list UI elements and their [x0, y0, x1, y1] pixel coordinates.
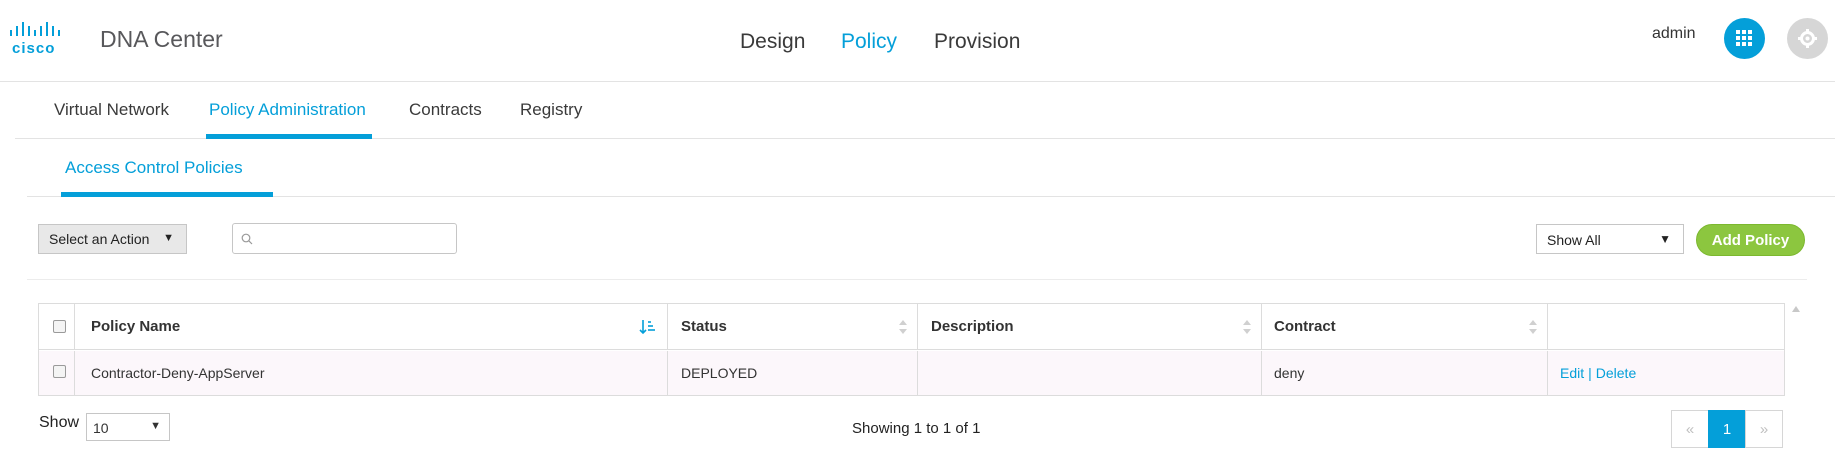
- column-actions: [1548, 304, 1784, 349]
- table-row[interactable]: Contractor-Deny-AppServer DEPLOYED deny …: [39, 351, 1784, 395]
- cisco-bars-icon: [10, 22, 60, 36]
- delete-link[interactable]: Delete: [1596, 365, 1636, 381]
- cell-status: DEPLOYED: [668, 351, 918, 395]
- page-size-dropdown[interactable]: 10 ▼: [86, 413, 170, 441]
- contract-text: deny: [1274, 365, 1305, 381]
- caret-down-icon: ▼: [163, 232, 174, 244]
- show-label: Show: [39, 414, 80, 431]
- tab-virtual-network[interactable]: Virtual Network: [54, 100, 169, 120]
- settings-button[interactable]: [1787, 18, 1828, 59]
- action-separator: |: [1588, 365, 1592, 381]
- user-menu[interactable]: admin: [1652, 25, 1696, 43]
- page-1-button[interactable]: 1: [1708, 410, 1746, 448]
- nav-design[interactable]: Design: [740, 30, 805, 54]
- edit-link[interactable]: Edit: [1560, 365, 1584, 381]
- scroll-up-icon[interactable]: [1791, 305, 1801, 313]
- add-policy-button[interactable]: Add Policy: [1696, 224, 1805, 256]
- column-contract[interactable]: Contract: [1262, 304, 1548, 349]
- tab-registry[interactable]: Registry: [520, 100, 582, 120]
- column-status[interactable]: Status: [668, 304, 918, 349]
- sort-icon[interactable]: [1528, 319, 1538, 335]
- pagination-summary: Showing 1 to 1 of 1: [852, 420, 981, 437]
- column-header-label: Policy Name: [91, 318, 181, 335]
- nav-provision[interactable]: Provision: [934, 30, 1020, 54]
- app-title: DNA Center: [100, 26, 223, 52]
- column-policy-name[interactable]: Policy Name: [75, 304, 668, 349]
- subtab-access-control-policies[interactable]: Access Control Policies: [65, 158, 243, 178]
- sort-icon[interactable]: [898, 319, 908, 335]
- policy-name: Contractor-Deny-AppServer: [91, 365, 265, 381]
- row-checkbox[interactable]: [53, 365, 66, 378]
- nav-policy[interactable]: Policy: [841, 30, 897, 54]
- cell-actions: Edit | Delete: [1548, 351, 1784, 395]
- search-field[interactable]: [232, 223, 457, 254]
- tab-contracts[interactable]: Contracts: [409, 100, 482, 120]
- search-icon: [241, 233, 253, 245]
- show-all-dropdown[interactable]: Show All ▼: [1536, 224, 1684, 254]
- table-header: Policy Name Status Description Contract: [39, 304, 1784, 350]
- column-header-label: Status: [681, 318, 727, 335]
- policies-table: Policy Name Status Description Contract: [38, 303, 1785, 396]
- tab-policy-administration[interactable]: Policy Administration: [209, 100, 366, 120]
- apps-grid-button[interactable]: [1724, 18, 1765, 59]
- search-input[interactable]: [259, 227, 449, 251]
- active-subtab-indicator: [61, 192, 273, 197]
- gear-icon: [1798, 29, 1817, 48]
- policy-tabs: Virtual Network Policy Administration Co…: [15, 82, 1835, 139]
- show-all-label: Show All: [1547, 232, 1601, 248]
- grid-icon: [1736, 30, 1752, 46]
- header-select-cell: [39, 304, 75, 349]
- caret-down-icon: ▼: [150, 420, 161, 432]
- column-header-label: Contract: [1274, 318, 1336, 335]
- select-action-dropdown[interactable]: Select an Action ▼: [38, 224, 187, 254]
- caret-down-icon: ▼: [1659, 232, 1671, 246]
- cisco-wordmark: cisco: [12, 40, 56, 57]
- select-action-label: Select an Action: [49, 231, 150, 247]
- row-select-cell: [39, 351, 75, 395]
- column-description[interactable]: Description: [918, 304, 1262, 349]
- divider: [27, 279, 1807, 280]
- page-size-value: 10: [93, 420, 109, 436]
- cell-description: [918, 351, 1262, 395]
- column-header-label: Description: [931, 318, 1014, 335]
- sub-tabs: Access Control Policies: [27, 139, 1835, 197]
- cell-policy-name: Contractor-Deny-AppServer: [75, 351, 668, 395]
- top-navigation-bar: cisco DNA Center Design Policy Provision…: [0, 0, 1835, 82]
- prev-page-button[interactable]: «: [1671, 410, 1709, 448]
- sort-ascending-icon[interactable]: [639, 319, 655, 335]
- cell-contract: deny: [1262, 351, 1548, 395]
- status-text: DEPLOYED: [681, 365, 758, 381]
- row-actions: Edit | Delete: [1560, 365, 1636, 381]
- select-all-checkbox[interactable]: [53, 320, 66, 333]
- cisco-logo[interactable]: cisco: [8, 20, 78, 60]
- sort-icon[interactable]: [1242, 319, 1252, 335]
- next-page-button[interactable]: »: [1745, 410, 1783, 448]
